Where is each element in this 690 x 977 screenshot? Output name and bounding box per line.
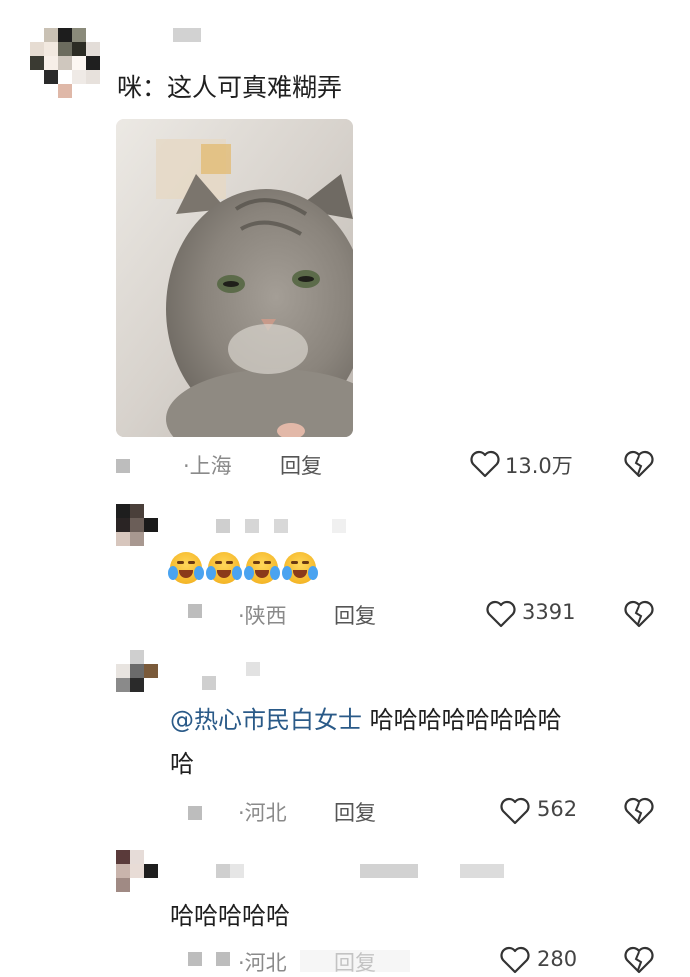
broken-heart-icon[interactable]: [624, 450, 654, 478]
comment-text: @热心市民白女士 哈哈哈哈哈哈哈哈: [170, 698, 562, 742]
username-blurred[interactable]: [230, 864, 244, 878]
location-label: ·河北: [238, 801, 287, 825]
username-blurred: [116, 459, 130, 473]
laugh-cry-emoji-icon: [244, 552, 280, 584]
like-count: 280: [537, 947, 578, 971]
username-blurred[interactable]: [216, 519, 230, 533]
reply-button[interactable]: 回复: [334, 600, 376, 630]
heart-outline-icon[interactable]: [486, 600, 516, 628]
avatar[interactable]: [116, 650, 160, 694]
watermark-blur: [300, 950, 410, 972]
username-blurred[interactable]: [332, 519, 346, 533]
reply-button[interactable]: 回复: [280, 450, 322, 480]
laugh-cry-emoji-icon: [282, 552, 318, 584]
username-blurred[interactable]: [173, 28, 201, 42]
username-blurred: [216, 952, 230, 966]
emoji-row: [168, 552, 318, 584]
laugh-cry-emoji-icon: [206, 552, 242, 584]
reply-button[interactable]: 回复: [334, 797, 376, 827]
comment-text: 咪：这人可真难糊弄: [117, 73, 343, 102]
location-label: ·陕西: [238, 604, 287, 628]
like-count: 562: [537, 797, 578, 821]
broken-heart-icon[interactable]: [624, 946, 654, 974]
avatar[interactable]: [116, 504, 160, 548]
username-blurred[interactable]: [246, 662, 260, 676]
heart-outline-icon[interactable]: [500, 797, 530, 825]
username-blurred[interactable]: [460, 864, 504, 878]
avatar[interactable]: [30, 28, 104, 102]
username-blurred: [188, 604, 202, 618]
comment-text: 哈哈哈哈哈: [170, 902, 290, 930]
user-mention-link[interactable]: @热心市民白女士: [170, 706, 362, 734]
username-blurred: [188, 952, 202, 966]
username-blurred[interactable]: [202, 676, 216, 690]
heart-outline-icon[interactable]: [470, 450, 500, 478]
laugh-cry-emoji-icon: [168, 552, 204, 584]
username-blurred[interactable]: [245, 519, 259, 533]
like-count: 3391: [522, 600, 576, 624]
broken-heart-icon[interactable]: [624, 797, 654, 825]
cat-photo: [116, 119, 353, 437]
comment-image[interactable]: [116, 119, 353, 437]
username-blurred: [188, 806, 202, 820]
username-blurred[interactable]: [274, 519, 288, 533]
comment-text-line1: 哈哈哈哈哈哈哈哈: [362, 706, 562, 734]
avatar[interactable]: [116, 850, 160, 894]
heart-outline-icon[interactable]: [500, 946, 530, 974]
location-label: ·上海: [183, 454, 232, 478]
broken-heart-icon[interactable]: [624, 600, 654, 628]
like-count: 13.0万: [505, 454, 573, 478]
username-blurred[interactable]: [360, 864, 418, 878]
location-label: ·河北: [238, 951, 287, 975]
comment-text-line2: 哈: [170, 750, 194, 778]
username-blurred[interactable]: [216, 864, 230, 878]
